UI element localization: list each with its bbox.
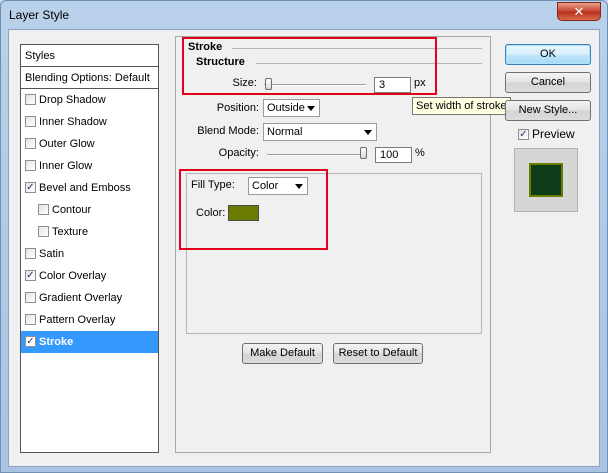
opacity-slider-thumb[interactable] [360, 147, 367, 159]
checkbox-icon[interactable] [38, 225, 49, 237]
style-items: Drop Shadow Inner Shadow Outer Glow Inner G… [21, 89, 158, 353]
style-item-label: Pattern Overlay [39, 314, 116, 326]
checkbox-icon[interactable] [38, 203, 49, 215]
make-default-button[interactable]: Make Default [242, 343, 323, 364]
position-select[interactable]: Outside [263, 99, 320, 117]
blend-mode-label: Blend Mode: [197, 125, 259, 137]
style-item-label: Drop Shadow [39, 94, 106, 106]
style-item-label: Inner Glow [39, 160, 93, 172]
checkbox-icon[interactable]: ✓ [25, 269, 36, 281]
annotation-highlight-structure [182, 37, 437, 95]
size-tooltip: Set width of stroke [412, 97, 511, 115]
style-item-label: Inner Shadow [39, 116, 107, 128]
preview-layer-swatch [529, 163, 563, 197]
preview-thumbnail [514, 148, 578, 212]
dialog-client-area: Styles Blending Options: Default Drop Sh… [8, 29, 600, 467]
ok-button[interactable]: OK [505, 44, 591, 65]
style-item-label: Bevel and Emboss [39, 182, 131, 194]
style-item-color-overlay[interactable]: ✓ Color Overlay [21, 265, 158, 287]
new-style-button[interactable]: New Style... [505, 100, 591, 121]
chevron-down-icon [307, 106, 315, 111]
style-item-pattern-overlay[interactable]: Pattern Overlay [21, 309, 158, 331]
style-item-gradient-overlay[interactable]: Gradient Overlay [21, 287, 158, 309]
checkbox-icon[interactable]: ✓ [518, 128, 529, 140]
close-button[interactable]: ✕ [557, 2, 601, 21]
style-item-stroke[interactable]: ✓ Stroke [21, 331, 158, 353]
style-item-label: Satin [39, 248, 65, 260]
style-item-contour[interactable]: Contour [21, 199, 158, 221]
style-item-satin[interactable]: Satin [21, 243, 158, 265]
blend-mode-value: Normal [267, 126, 303, 138]
styles-header[interactable]: Styles [21, 45, 158, 67]
opacity-slider-track[interactable] [267, 154, 367, 156]
checkbox-icon[interactable] [25, 93, 36, 105]
checkbox-icon[interactable] [25, 137, 36, 149]
title-bar: Layer Style ✕ [1, 1, 607, 29]
style-item-label: Stroke [39, 336, 74, 348]
layer-style-dialog: Layer Style ✕ Styles Blending Options: D… [0, 0, 608, 473]
style-item-bevel-and-emboss[interactable]: ✓ Bevel and Emboss [21, 177, 158, 199]
cancel-button[interactable]: Cancel [505, 72, 591, 93]
style-item-texture[interactable]: Texture [21, 221, 158, 243]
style-item-label: Outer Glow [39, 138, 95, 150]
preview-label: Preview [532, 127, 575, 141]
checkbox-icon[interactable]: ✓ [25, 181, 36, 193]
chevron-down-icon [364, 130, 372, 135]
checkbox-icon[interactable]: ✓ [25, 335, 36, 347]
reset-to-default-button[interactable]: Reset to Default [333, 343, 423, 364]
checkbox-icon[interactable] [25, 291, 36, 303]
style-item-label: Gradient Overlay [39, 292, 123, 304]
style-item-drop-shadow[interactable]: Drop Shadow [21, 89, 158, 111]
opacity-label: Opacity: [218, 147, 259, 159]
style-item-inner-shadow[interactable]: Inner Shadow [21, 111, 158, 133]
blend-mode-select[interactable]: Normal [263, 123, 377, 141]
blending-options-item[interactable]: Blending Options: Default [21, 67, 158, 89]
checkbox-icon[interactable] [25, 313, 36, 325]
position-value: Outside [267, 102, 305, 114]
checkbox-icon[interactable] [25, 247, 36, 259]
opacity-input[interactable]: 100 [375, 147, 412, 163]
styles-list: Styles Blending Options: Default Drop Sh… [20, 44, 159, 453]
style-item-label: Texture [52, 226, 89, 238]
preview-checkbox[interactable]: ✓ Preview [518, 127, 575, 141]
checkbox-icon[interactable] [25, 115, 36, 127]
opacity-unit: % [415, 147, 425, 159]
style-item-label: Color Overlay [39, 270, 107, 282]
style-item-outer-glow[interactable]: Outer Glow [21, 133, 158, 155]
position-label: Position: [216, 102, 259, 114]
style-item-inner-glow[interactable]: Inner Glow [21, 155, 158, 177]
checkbox-icon[interactable] [25, 159, 36, 171]
window-title: Layer Style [9, 8, 70, 22]
annotation-highlight-fill-color [179, 169, 328, 250]
style-item-label: Contour [52, 204, 92, 216]
